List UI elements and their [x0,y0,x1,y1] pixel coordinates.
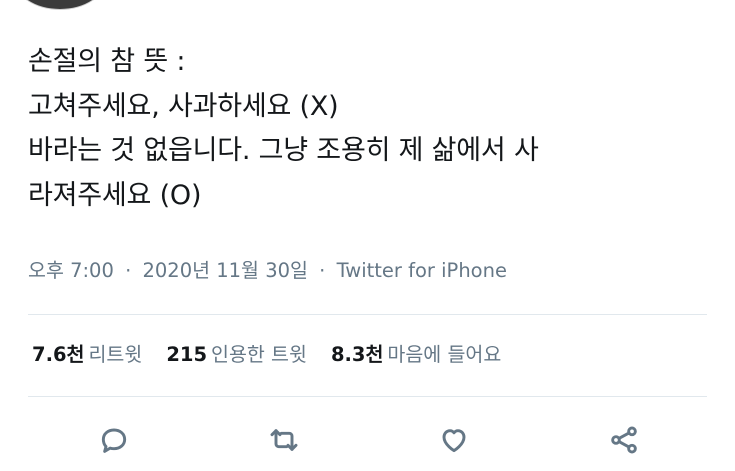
retweet-count: 7.6천 [32,343,85,366]
like-count: 8.3천 [330,343,384,366]
tweet-line: 라져주세요 (O) [28,179,202,211]
reply-icon [101,428,127,453]
quote-label: 인용한 트윗 [211,343,307,366]
tweet-time[interactable]: 오후 7:00 [28,259,114,282]
share-icon [611,426,637,454]
tweet-source[interactable]: Twitter for iPhone [337,259,507,282]
heart-icon [442,429,466,453]
retweet-button[interactable] [262,418,306,462]
tweet-stats: 7.6천 리트윗 215 인용한 트윗 8.3천 마음에 들어요 [32,340,525,370]
reply-button[interactable] [92,418,136,462]
meta-separator: · [125,259,132,282]
divider [28,314,707,315]
tweet-date[interactable]: 2020년 11월 30일 [142,259,307,282]
meta-separator: · [319,259,326,282]
retweet-icon [270,429,298,451]
like-stat[interactable]: 8.3천 마음에 들어요 [331,340,501,370]
avatar[interactable] [14,0,106,10]
tweet-meta: 오후 7:00 · 2020년 11월 30일 · Twitter for iP… [28,256,507,286]
quote-count: 215 [166,343,208,366]
like-label: 마음에 들어요 [387,343,502,366]
quote-stat[interactable]: 215 인용한 트윗 [166,340,307,370]
action-bar [0,418,735,462]
tweet-line: 손절의 참 뜻 : [28,46,186,77]
tweet-line: 바라는 것 없읍니다. 그냥 조용히 제 삶에서 사 [28,135,539,166]
like-button[interactable] [432,418,476,462]
retweet-label: 리트윗 [88,343,143,366]
retweet-stat[interactable]: 7.6천 리트윗 [32,340,142,370]
tweet-text: 손절의 참 뜻 : 고쳐주세요, 사과하세요 (X) 바라는 것 없읍니다. 그… [28,40,715,218]
divider [28,396,707,397]
share-button[interactable] [602,418,646,462]
tweet-line: 고쳐주세요, 사과하세요 (X) [28,90,339,122]
